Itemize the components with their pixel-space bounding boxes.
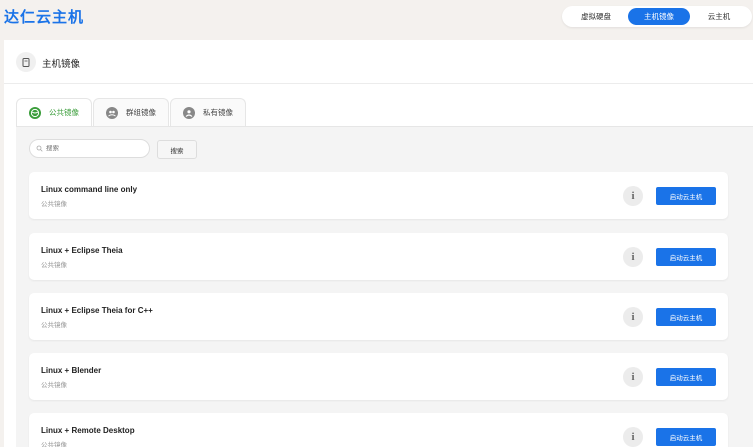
image-card: Linux command line only 公共镜像 i 启动云主机 [29,172,728,219]
image-card: Linux + Blender 公共镜像 i 启动云主机 [29,353,728,400]
launch-host-button[interactable]: 启动云主机 [656,368,716,386]
top-bar: 达仁云主机 虚拟硬盘 主机镜像 云主机 [0,0,753,38]
image-card: Linux + Remote Desktop 公共镜像 i 启动云主机 [29,413,728,447]
image-type: 公共镜像 [41,382,67,389]
info-icon[interactable]: i [623,247,643,267]
tab-group-images[interactable]: 群组镜像 [93,98,169,126]
launch-host-button[interactable]: 启动云主机 [656,308,716,326]
nav-host-images[interactable]: 主机镜像 [628,8,690,25]
image-name: Linux + Blender [41,366,102,375]
info-icon[interactable]: i [623,186,643,206]
tab-label: 群组镜像 [126,108,156,117]
image-card: Linux + Eclipse Theia 公共镜像 i 启动云主机 [29,233,728,280]
image-list-area: 搜索 Linux command line only 公共镜像 i 启动云主机 … [16,126,753,447]
launch-host-button[interactable]: 启动云主机 [656,187,716,205]
launch-host-button[interactable]: 启动云主机 [656,248,716,266]
app-title: 达仁云主机 [4,9,85,26]
search-box [29,139,150,158]
info-icon[interactable]: i [623,427,643,447]
info-icon[interactable]: i [623,367,643,387]
top-nav: 虚拟硬盘 主机镜像 云主机 [562,6,752,27]
launch-host-button[interactable]: 启动云主机 [656,428,716,446]
image-type: 公共镜像 [41,322,67,329]
tab-label: 公共镜像 [49,108,79,117]
image-name: Linux + Eclipse Theia [41,246,123,255]
image-name: Linux + Eclipse Theia for C++ [41,306,153,315]
image-tabs: 公共镜像 群组镜像 私有镜像 [16,98,247,126]
image-card: Linux + Eclipse Theia for C++ 公共镜像 i 启动云… [29,293,728,340]
tab-label: 私有镜像 [203,108,233,117]
group-icon [106,106,118,119]
panel-header: 主机镜像 [4,40,753,84]
search-button[interactable]: 搜索 [157,140,197,159]
page-title: 主机镜像 [42,59,81,70]
globe-icon [29,106,41,119]
tab-private-images[interactable]: 私有镜像 [170,98,246,126]
image-file-icon [16,52,36,72]
nav-virtual-disk[interactable]: 虚拟硬盘 [564,8,628,25]
image-type: 公共镜像 [41,262,67,269]
tab-public-images[interactable]: 公共镜像 [16,98,92,126]
nav-cloud-host[interactable]: 云主机 [690,8,748,25]
image-type: 公共镜像 [41,201,67,208]
image-type: 公共镜像 [41,442,67,447]
main-panel: 主机镜像 公共镜像 群组镜像 私有镜像 搜索 Linux [4,40,753,447]
image-name: Linux command line only [41,185,138,194]
search-input[interactable] [46,145,146,152]
info-icon[interactable]: i [623,307,643,327]
search-icon [36,145,43,152]
image-name: Linux + Remote Desktop [41,426,135,435]
user-icon [183,106,195,119]
